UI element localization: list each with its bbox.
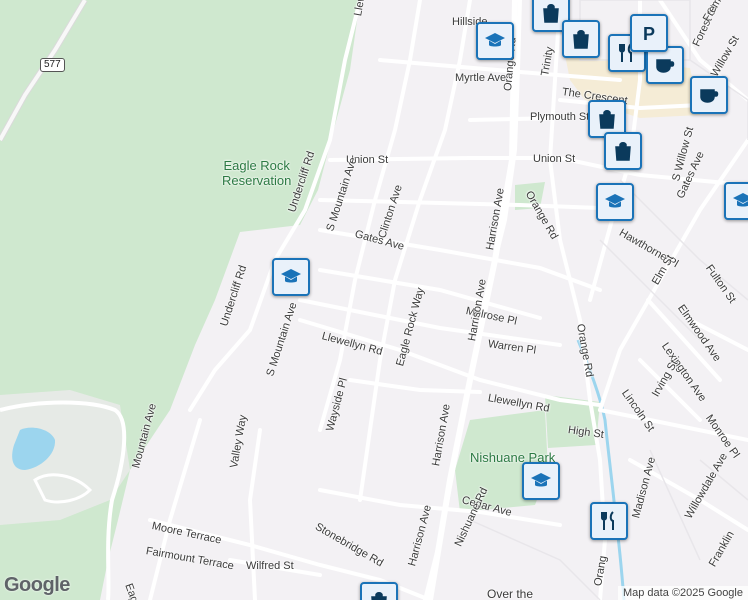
shopping-pin[interactable] bbox=[360, 582, 398, 600]
route-shield-577: 577 bbox=[40, 58, 65, 72]
shopping-bag-icon bbox=[371, 592, 387, 600]
parking-icon: P bbox=[643, 24, 655, 44]
cafe-pin[interactable] bbox=[690, 76, 728, 114]
shopping-bag-icon bbox=[543, 4, 559, 23]
school-icon bbox=[605, 194, 625, 208]
cafe-icon bbox=[656, 59, 675, 73]
restaurant-pin[interactable] bbox=[590, 502, 628, 540]
park-label-eagle-rock-reservation: Eagle Rock Reservation bbox=[222, 158, 292, 188]
school-icon bbox=[281, 269, 301, 283]
school-icon bbox=[733, 193, 748, 207]
shopping-pin[interactable] bbox=[562, 20, 600, 58]
map-attribution[interactable]: Map data ©2025 Google bbox=[617, 586, 748, 600]
shopping-pin[interactable] bbox=[604, 132, 642, 170]
svg-text:P: P bbox=[643, 24, 655, 44]
google-logo: Google bbox=[4, 574, 70, 596]
restaurant-icon bbox=[601, 511, 614, 530]
shopping-bag-icon bbox=[599, 110, 615, 129]
map-canvas[interactable]: Eagle Rock Reservation Nishuane Park 577 … bbox=[0, 0, 748, 600]
parking-pin[interactable]: P bbox=[630, 14, 668, 52]
school-pin[interactable] bbox=[476, 22, 514, 60]
school-pin[interactable] bbox=[522, 462, 560, 500]
school-icon bbox=[485, 33, 505, 47]
school-pin[interactable] bbox=[596, 183, 634, 221]
poi-label: Over the bbox=[487, 587, 534, 600]
street-label: Union St bbox=[533, 153, 576, 165]
school-pin[interactable] bbox=[724, 182, 748, 220]
shopping-bag-icon bbox=[573, 30, 589, 49]
school-pin[interactable] bbox=[272, 258, 310, 296]
shopping-bag-icon bbox=[615, 142, 631, 161]
cafe-icon bbox=[700, 89, 719, 103]
street-label: Plymouth St bbox=[530, 111, 590, 123]
school-icon bbox=[531, 473, 551, 487]
street-label: Myrtle Ave bbox=[455, 72, 507, 84]
street-label: Wilfred St bbox=[246, 560, 294, 572]
